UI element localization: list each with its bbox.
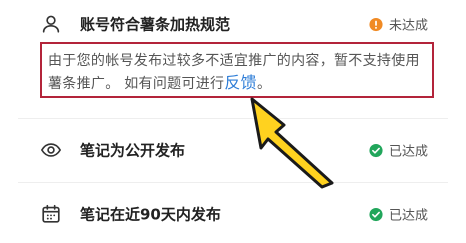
- status-badge: 未达成: [369, 15, 428, 34]
- status-badge: 已达成: [369, 141, 428, 160]
- requirement-row-recent: 笔记在近90天内发布 已达成: [18, 194, 448, 234]
- divider: [18, 182, 448, 183]
- feedback-link[interactable]: 反馈: [224, 73, 257, 92]
- requirement-title: 账号符合薯条加热规范: [80, 15, 231, 34]
- check-circle-icon: [369, 143, 383, 157]
- status-label: 未达成: [388, 18, 428, 34]
- requirement-row-account: 账号符合薯条加热规范 未达成: [18, 4, 448, 44]
- requirement-title: 笔记在近90天内发布: [80, 205, 221, 224]
- notice-suffix: 。: [256, 76, 272, 92]
- user-icon: [42, 15, 60, 33]
- arrow-pointer-icon: [250, 97, 334, 189]
- requirement-title: 笔记为公开发布: [80, 141, 186, 160]
- status-badge: 已达成: [369, 205, 428, 224]
- eye-icon: [41, 143, 61, 157]
- restriction-notice: 由于您的帐号发布过较多不适宜推广的内容，暂不支持使用薯条推广。 如有问题可进行反…: [40, 42, 434, 98]
- calendar-icon: [42, 204, 60, 223]
- requirement-row-public: 笔记为公开发布 已达成: [18, 130, 448, 170]
- status-label: 已达成: [388, 208, 428, 224]
- divider: [18, 118, 448, 119]
- check-circle-icon: [369, 207, 383, 221]
- warning-icon: [369, 17, 383, 31]
- status-label: 已达成: [388, 144, 428, 160]
- requirements-card: 账号符合薯条加热规范 未达成 由于您的帐号发布过较多不适宜推广的内容，暂不支持使…: [18, 0, 448, 243]
